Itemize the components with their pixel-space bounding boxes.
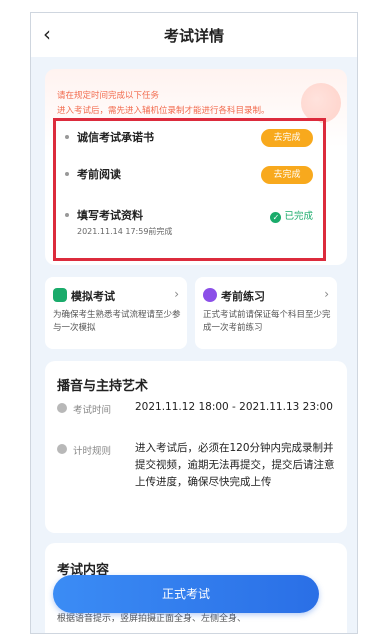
rule-value: 进入考试后，必须在120分钟内完成录制并提交视频，逾期无法再提交，提交后请注意上… — [135, 442, 335, 488]
time-value: 2021.11.12 18:00 - 2021.11.13 23:00 — [135, 401, 333, 413]
practice-card[interactable]: 考前练习 › 正式考试前请保证每个科目至少完成一次考前练习 — [195, 277, 337, 349]
phone-screen: ‹ 考试详情 请在规定时间完成以下任务 进入考试后，需先进入辅机位录制才能进行各… — [30, 12, 358, 634]
tasks-notice: 请在规定时间完成以下任务 — [57, 91, 160, 101]
mock-exam-icon — [53, 288, 67, 302]
tasks-notice-detail: 进入考试后，需先进入辅机位录制才能进行各科目录制。 — [57, 106, 270, 116]
practice-play-icon — [203, 288, 217, 302]
top-bar: ‹ 考试详情 — [31, 13, 357, 57]
page-title: 考试详情 — [163, 27, 224, 45]
mock-exam-card[interactable]: 模拟考试 › 为确保考生熟悉考试流程请至少参与一次模拟 — [45, 277, 187, 349]
exam-info-card: 播音与主持艺术 考试时间 2021.11.12 18:00 - 2021.11.… — [45, 361, 347, 533]
chevron-right-icon: › — [324, 287, 329, 301]
card-desc: 为确保考生熟悉考试流程请至少参与一次模拟 — [53, 310, 181, 333]
card-title: 考前练习 — [221, 290, 265, 303]
chevron-right-icon: › — [174, 287, 179, 301]
timer-icon — [57, 444, 67, 454]
card-desc: 正式考试前请保证每个科目至少完成一次考前练习 — [203, 310, 331, 333]
clock-icon — [57, 403, 67, 413]
highlight-box — [53, 118, 326, 261]
rule-label: 计时规则 — [73, 446, 112, 457]
card-title: 模拟考试 — [71, 290, 115, 303]
start-exam-button[interactable]: 正式考试 — [53, 575, 319, 613]
exam-subject: 播音与主持艺术 — [57, 379, 149, 394]
decoration-circle — [301, 83, 341, 123]
time-label: 考试时间 — [73, 405, 112, 416]
